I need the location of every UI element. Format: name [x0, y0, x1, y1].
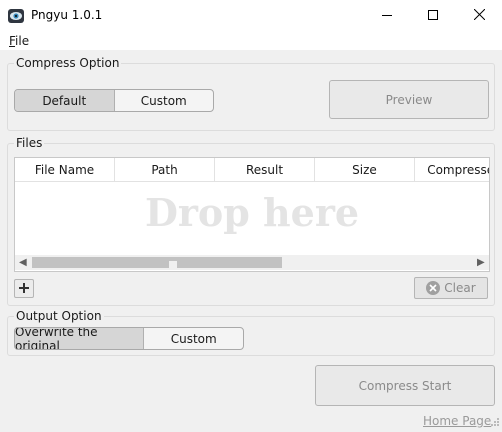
add-file-button[interactable]: [14, 279, 34, 298]
files-label: Files: [14, 136, 45, 150]
minimize-button[interactable]: [364, 0, 410, 32]
maximize-button[interactable]: [410, 0, 456, 32]
compress-start-button[interactable]: Compress Start: [315, 365, 495, 406]
horizontal-scrollbar[interactable]: ◀ ▶: [15, 255, 489, 270]
output-option-label: Output Option: [14, 309, 104, 323]
clear-button[interactable]: Clear: [414, 277, 488, 299]
column-header-path[interactable]: Path: [115, 158, 215, 182]
menu-file-label: ile: [15, 34, 30, 48]
column-header-result[interactable]: Result: [215, 158, 315, 182]
close-icon: [473, 8, 485, 23]
menu-bar: File: [0, 32, 502, 50]
drop-here-placeholder: Drop here: [144, 190, 360, 235]
compress-mode-toggle: Default Custom: [14, 89, 214, 112]
scroll-left-icon[interactable]: ◀: [19, 257, 27, 268]
scrollbar-grip-icon: [169, 261, 177, 268]
app-logo-icon: [8, 8, 24, 24]
overwrite-original-button[interactable]: Overwrite the original: [15, 328, 144, 349]
clear-x-icon: [426, 281, 441, 295]
files-table[interactable]: File Name Path Result Size Compressed Dr…: [14, 157, 490, 272]
scroll-right-icon[interactable]: ▶: [477, 257, 485, 268]
column-header-size[interactable]: Size: [315, 158, 415, 182]
column-header-file-name[interactable]: File Name: [15, 158, 115, 182]
home-page-link[interactable]: Home Page: [423, 414, 491, 428]
clear-label: Clear: [444, 281, 476, 295]
scrollbar-thumb[interactable]: [32, 257, 282, 268]
custom-mode-button[interactable]: Custom: [113, 90, 214, 111]
close-button[interactable]: [456, 0, 502, 32]
preview-button[interactable]: Preview: [329, 80, 489, 119]
maximize-icon: [428, 9, 438, 23]
default-mode-button[interactable]: Default: [15, 90, 114, 111]
app-window: Pngyu 1.0.1 File Compress Option Default…: [0, 0, 502, 432]
compress-option-label: Compress Option: [14, 56, 122, 70]
output-mode-toggle: Overwrite the original Custom: [14, 327, 244, 350]
menu-file[interactable]: File: [9, 34, 29, 48]
column-header-compressed[interactable]: Compressed: [415, 158, 489, 182]
title-bar: Pngyu 1.0.1: [0, 0, 502, 32]
output-custom-button[interactable]: Custom: [143, 328, 243, 349]
window-title: Pngyu 1.0.1: [31, 8, 103, 22]
plus-icon: [19, 282, 29, 296]
table-header: File Name Path Result Size Compressed: [15, 158, 489, 182]
resize-grip-icon[interactable]: [490, 416, 500, 430]
minimize-icon: [382, 9, 392, 23]
